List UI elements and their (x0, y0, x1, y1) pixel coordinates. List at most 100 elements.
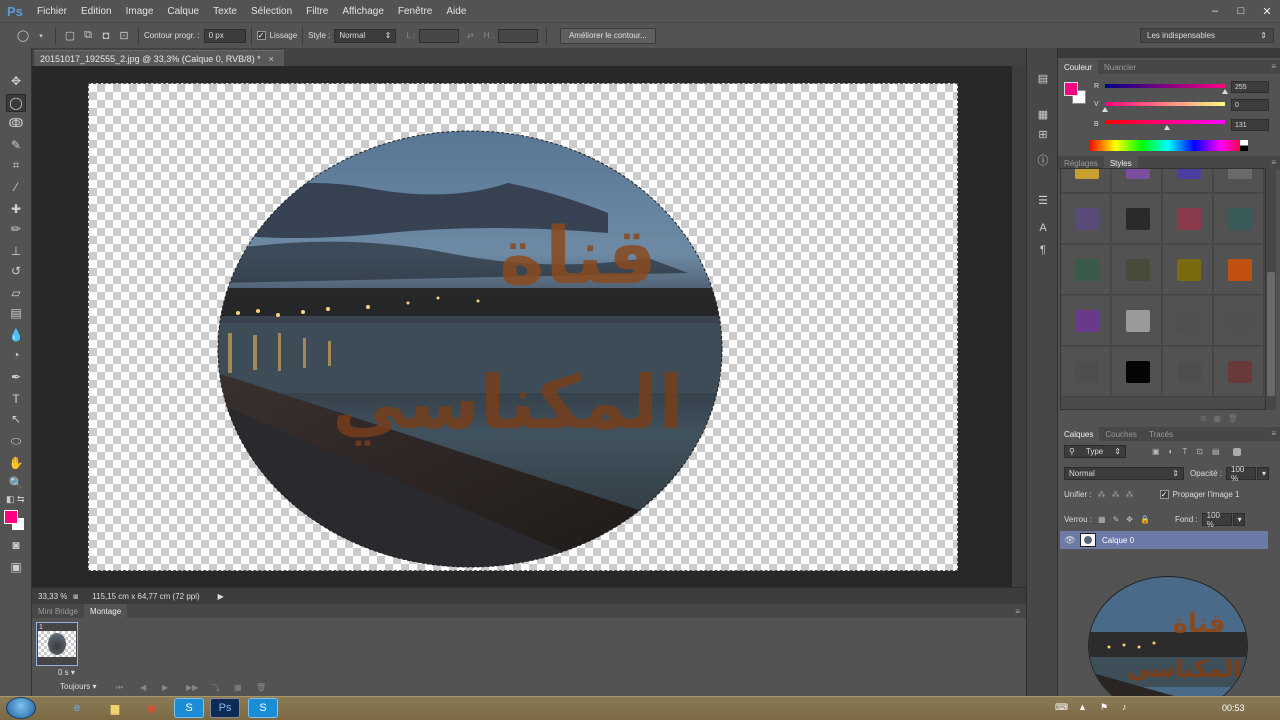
delete-frame-icon[interactable]: 🗑 (256, 683, 266, 692)
workspace-select[interactable]: Les indispensables ⇕ (1140, 28, 1274, 43)
chrome-icon[interactable]: ◉ (136, 698, 166, 718)
zoom-icon[interactable]: 🔍 (6, 474, 26, 492)
next-frame-icon[interactable]: ▶▶ (186, 683, 198, 692)
layer-row[interactable]: 👁 Calque 0 (1060, 531, 1268, 549)
layer-name[interactable]: Calque 0 (1102, 536, 1134, 545)
unify-icons[interactable]: ⁂⁂⁂ (1098, 490, 1140, 499)
style-preset-cell[interactable] (1163, 169, 1213, 193)
panel-menu-icon[interactable]: ≡ (1271, 62, 1276, 71)
canvas-vertical-scrollbar[interactable] (1012, 66, 1026, 587)
move-tool-icon[interactable]: ✥ (6, 72, 26, 90)
document-tab[interactable]: 20151017_192555_2.jpg @ 33,3% (Calque 0,… (34, 50, 284, 66)
style-preset-cell[interactable] (1061, 347, 1111, 397)
shape-tool-icon[interactable]: ⬭ (6, 432, 26, 450)
color-foreground-swatch[interactable] (1064, 82, 1078, 96)
history-brush-icon[interactable]: ↺ (6, 262, 26, 280)
tray-arrow-icon[interactable]: ▲ (1078, 702, 1087, 712)
fill-input[interactable]: 100 % (1201, 511, 1232, 529)
zoom-level[interactable]: 33,33 % (38, 592, 67, 601)
channel-b-thumb[interactable] (1163, 125, 1170, 130)
maximize-button[interactable]: □ (1228, 0, 1254, 22)
tab-mini-bridge[interactable]: Mini Bridge (32, 604, 84, 618)
channel-b-value[interactable]: 131 (1231, 119, 1269, 131)
intersect-selection-icon[interactable]: ⊡ (115, 27, 133, 45)
elliptical-marquee-tool-icon[interactable]: ◯ (14, 27, 32, 45)
default-colors-icon[interactable]: ◧ ⇆ (6, 494, 25, 505)
style-preset-cell[interactable] (1163, 347, 1213, 397)
play-icon[interactable]: ▶ (162, 683, 168, 692)
add-to-selection-icon[interactable]: ⧉ (79, 27, 97, 45)
channel-v-thumb[interactable] (1102, 107, 1108, 112)
quick-mask-icon[interactable]: ◙ (6, 536, 26, 554)
swap-dimensions-icon[interactable]: ⇄ (467, 31, 474, 40)
tool-preset-dropdown-icon[interactable]: ▾ (32, 27, 50, 45)
opacity-dropdown-icon[interactable]: ▾ (1257, 467, 1270, 480)
tab-couleur[interactable]: Couleur (1058, 60, 1099, 74)
style-preset-cell[interactable] (1112, 296, 1162, 346)
windows-start-button[interactable] (6, 697, 36, 719)
character-panel-icon[interactable]: A (1035, 220, 1051, 236)
color-spectrum-bar[interactable] (1089, 140, 1247, 151)
photoshop-taskbar-icon[interactable]: Ps (210, 698, 240, 718)
dodge-icon[interactable]: ◔ (6, 346, 26, 364)
menu-image[interactable]: Image (119, 6, 161, 17)
paragraph-panel-icon[interactable]: ¶ (1035, 242, 1051, 258)
style-preset-cell[interactable] (1112, 194, 1162, 244)
tab-couches[interactable]: Couches (1099, 427, 1143, 441)
tab-nuancier[interactable]: Nuancier (1098, 60, 1142, 74)
status-menu-arrow-icon[interactable]: ▶ (218, 592, 224, 601)
tray-flag-icon[interactable]: ⚑ (1100, 702, 1108, 713)
taskbar-clock[interactable]: 00:53 (1222, 703, 1245, 713)
duplicate-frame-icon[interactable]: ▦ (234, 683, 242, 692)
internet-explorer-icon[interactable]: e (62, 698, 92, 718)
antialias-checkbox[interactable]: ✓ (256, 31, 266, 40)
history-panel-icon[interactable]: ▤ (1035, 70, 1051, 86)
frame-delay-select[interactable]: 0 s ▾ (58, 668, 75, 677)
eyedropper-icon[interactable]: ⁄ (6, 178, 26, 196)
menu-selection[interactable]: Sélection (244, 6, 299, 17)
layer-filter-select[interactable]: ⚲ Type ⇕ (1064, 445, 1126, 458)
lasso-icon[interactable]: ↂ (6, 114, 26, 132)
file-explorer-icon[interactable]: ▆ (100, 698, 130, 718)
gradient-icon[interactable]: ▤ (6, 304, 26, 322)
style-preset-cell[interactable] (1163, 296, 1213, 346)
styles-scrollbar-thumb[interactable] (1267, 272, 1275, 396)
tray-volume-icon[interactable]: ♪ (1122, 702, 1127, 712)
new-selection-icon[interactable]: ▢ (61, 27, 79, 45)
elliptical-marquee-icon[interactable]: ◯ (6, 94, 26, 112)
visibility-eye-icon[interactable]: 👁 (1060, 535, 1080, 546)
height-input[interactable] (497, 28, 538, 43)
style-preset-cell[interactable] (1112, 245, 1162, 295)
status-info-icon[interactable]: ◙ (73, 592, 78, 601)
style-preset-cell[interactable] (1214, 245, 1264, 295)
skype-secondary-icon[interactable]: S (248, 698, 278, 718)
menu-affichage[interactable]: Affichage (335, 6, 391, 17)
tab-calques[interactable]: Calques (1058, 427, 1100, 441)
brush-icon[interactable]: ✏ (6, 220, 26, 238)
eraser-icon[interactable]: ▱ (6, 284, 26, 302)
quick-selection-icon[interactable]: ✎ (6, 136, 26, 154)
path-selection-icon[interactable]: ↖ (6, 410, 26, 428)
foreground-color-swatch[interactable] (4, 510, 18, 524)
adjust-panel-icon[interactable]: ⊞ (1035, 126, 1051, 142)
previous-frame-icon[interactable]: ◀ (140, 683, 146, 692)
close-icon[interactable]: × (269, 54, 274, 64)
brush-presets-icon[interactable]: ☰ (1035, 192, 1051, 208)
style-preset-cell[interactable] (1214, 347, 1264, 397)
first-frame-icon[interactable]: ⏮ (116, 683, 123, 693)
swatch-panel-icon[interactable]: ▦ (1035, 106, 1051, 122)
blend-mode-select[interactable]: Normal ⇕ (1064, 467, 1184, 480)
tray-language-icon[interactable]: ⌨ (1055, 702, 1068, 713)
channel-v-value[interactable]: 0 (1231, 99, 1269, 111)
style-preset-cell[interactable] (1061, 296, 1111, 346)
blur-icon[interactable]: 💧 (6, 326, 26, 344)
channel-v-slider[interactable] (1105, 102, 1225, 106)
menu-fenetre[interactable]: Fenêtre (391, 6, 439, 17)
clone-stamp-icon[interactable]: ⊥ (6, 242, 26, 260)
panel-menu-icon[interactable]: ≡ (1271, 158, 1276, 167)
menu-fichier[interactable]: Fichier (30, 6, 74, 17)
style-preset-cell[interactable] (1061, 194, 1111, 244)
style-preset-cell[interactable] (1061, 169, 1111, 193)
minimize-button[interactable]: – (1202, 0, 1228, 22)
style-select[interactable]: Normal ⇕ (334, 28, 397, 43)
